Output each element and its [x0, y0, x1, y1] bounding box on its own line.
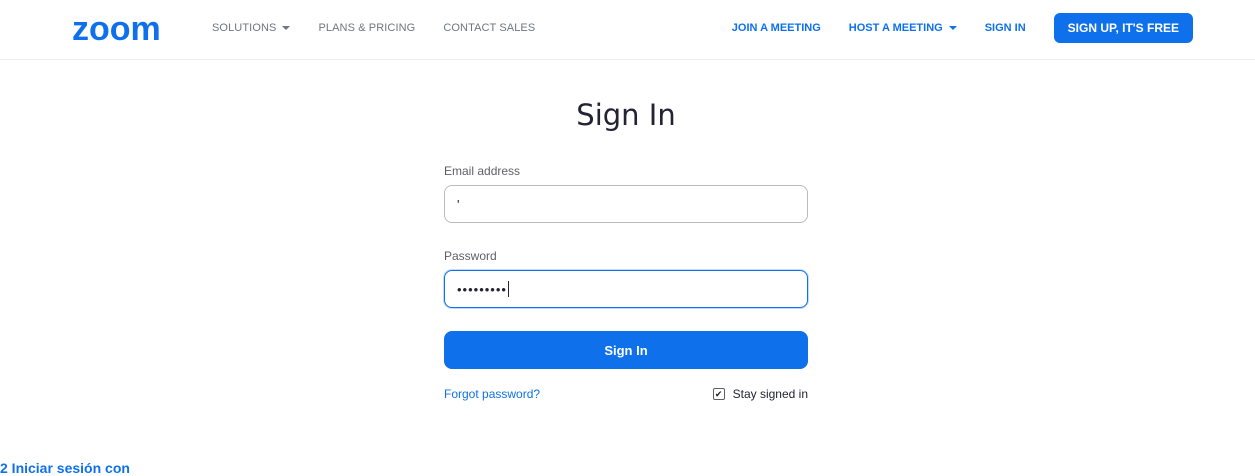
password-label: Password: [444, 249, 497, 263]
chevron-down-icon: [282, 26, 291, 30]
sign-in-button[interactable]: Sign In: [444, 331, 808, 369]
stay-signed-in: ✔ Stay signed in: [712, 387, 808, 401]
sign-in-label: SIGN IN: [984, 22, 1026, 34]
chevron-down-icon: [948, 26, 957, 30]
join-meeting-link[interactable]: JOIN A MEETING: [732, 22, 821, 34]
page-title: Sign In: [576, 98, 676, 132]
password-value: •••••••••: [457, 281, 507, 297]
nav-contact-sales[interactable]: CONTACT SALES: [443, 22, 535, 34]
forgot-password-link[interactable]: Forgot password?: [444, 387, 540, 401]
svg-text:zoom: zoom: [72, 13, 161, 45]
sign-in-link[interactable]: SIGN IN: [985, 22, 1026, 34]
nav-plans-label: PLANS & PRICING: [318, 22, 416, 34]
nav-plans-pricing[interactable]: PLANS & PRICING: [318, 22, 415, 34]
host-meeting-link[interactable]: HOST A MEETING: [849, 22, 957, 34]
nav-solutions-label: SOLUTIONS: [212, 22, 277, 34]
email-field[interactable]: ': [444, 185, 808, 223]
password-field[interactable]: •••••••••: [444, 270, 808, 308]
stay-signed-in-label: Stay signed in: [732, 387, 808, 401]
email-value: ': [457, 196, 460, 212]
zoom-logo[interactable]: zoom: [72, 13, 180, 45]
alternate-sign-in-heading: 2 Iniciar sesión con: [0, 460, 130, 476]
stay-signed-in-checkbox[interactable]: ✔: [712, 388, 725, 400]
checkmark-icon: ✔: [714, 389, 723, 399]
top-nav-bar: zoom SOLUTIONS PLANS & PRICING CONTACT S…: [0, 0, 1255, 60]
join-meeting-label: JOIN A MEETING: [731, 22, 821, 34]
host-meeting-label: HOST A MEETING: [848, 22, 943, 34]
text-cursor: [507, 281, 509, 297]
secondary-nav: JOIN A MEETING HOST A MEETING SIGN IN SI…: [704, 0, 1193, 56]
nav-solutions[interactable]: SOLUTIONS: [212, 22, 291, 34]
primary-nav: SOLUTIONS PLANS & PRICING CONTACT SALES: [212, 0, 563, 56]
signup-button[interactable]: SIGN UP, IT'S FREE: [1053, 13, 1193, 43]
sign-in-form: Sign In Email address ' Password •••••••…: [444, 98, 808, 401]
email-label: Email address: [444, 164, 521, 178]
nav-contact-label: CONTACT SALES: [443, 22, 536, 34]
